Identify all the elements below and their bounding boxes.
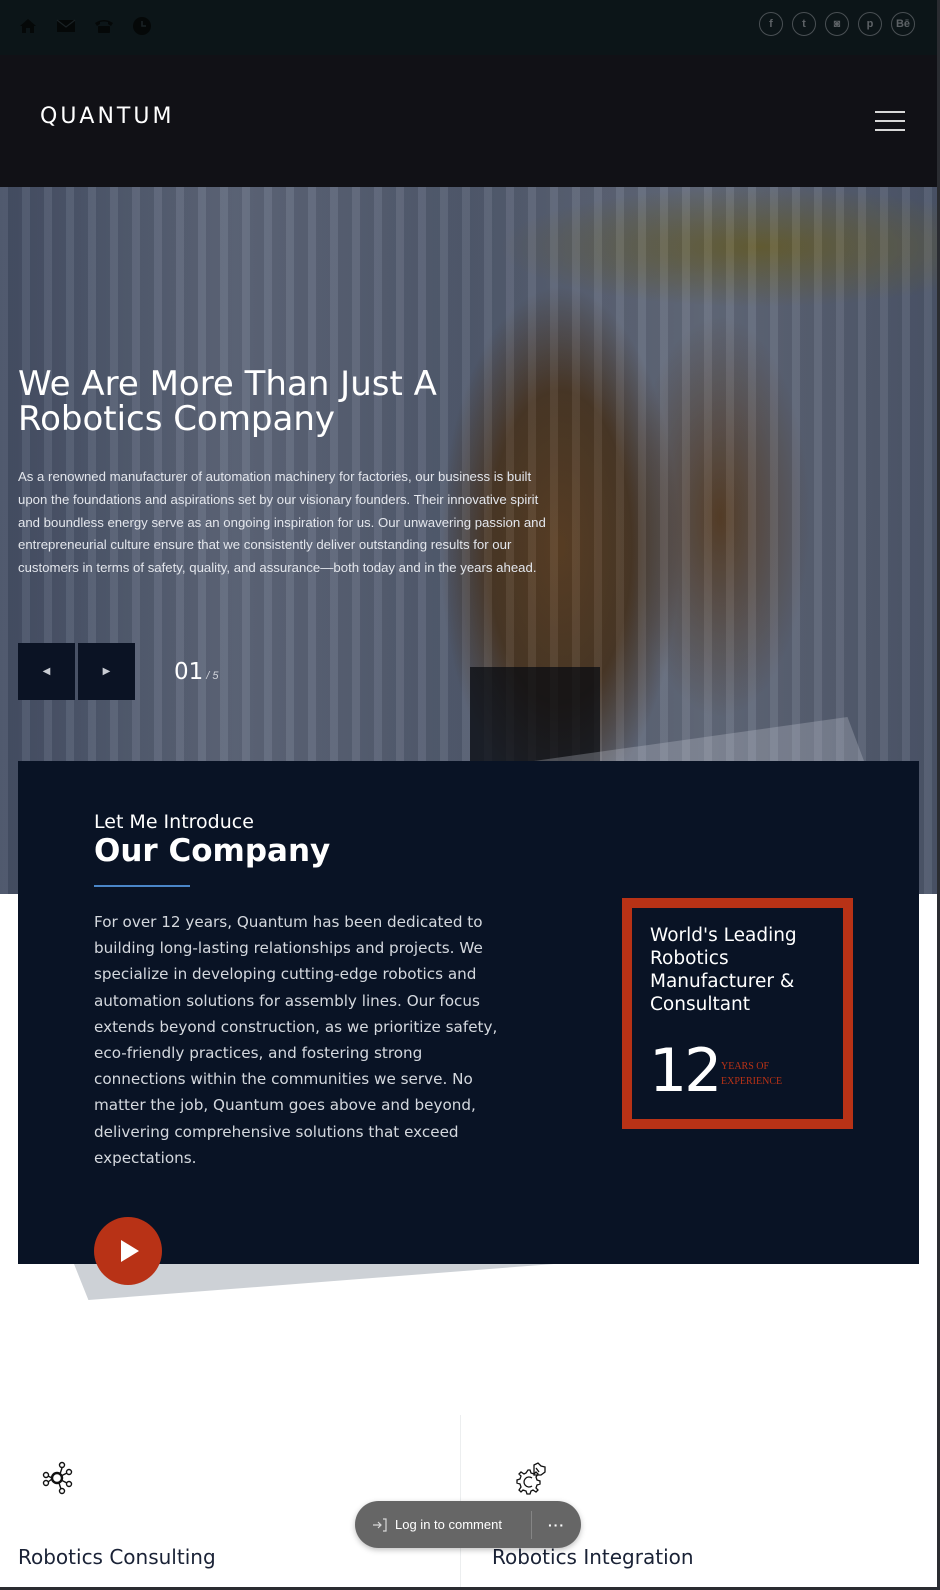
chevron-right-icon: ▶ [102,666,111,677]
network-gear-icon [40,1460,76,1496]
title-underline [94,885,190,887]
login-to-comment-button[interactable]: Log in to comment [355,1501,531,1548]
hamburger-icon[interactable] [875,111,905,131]
slide-total: / 5 [206,670,219,682]
mail-icon[interactable] [56,16,76,36]
chevron-left-icon: ◀ [42,666,51,677]
phone-icon[interactable] [94,16,114,36]
intro-title: Our Company [94,833,331,869]
hero-title: We Are More Than Just A Robotics Company [18,364,437,439]
login-to-comment-label: Log in to comment [395,1517,502,1532]
experience-badge: World's Leading Robotics Manufacturer & … [622,898,853,1129]
service-title-integration[interactable]: Robotics Integration [492,1545,694,1569]
home-icon[interactable] [18,16,38,36]
comment-bar: Log in to comment ··· [355,1501,581,1548]
slide-counter: 01/ 5 [174,659,219,685]
badge-label-line2: Experience [721,1076,783,1087]
top-bar: f t ◙ p Bē [0,0,937,55]
logo[interactable]: QUANTUM [40,104,174,129]
intro-kicker: Let Me Introduce [94,811,254,833]
badge-number: 12 [649,1036,722,1106]
more-options-icon[interactable]: ··· [532,1501,581,1548]
play-icon [121,1240,139,1262]
intro-section: Let Me Introduce Our Company For over 12… [18,761,919,1285]
slider-prev-button[interactable]: ◀ [18,643,75,700]
instagram-icon[interactable]: ◙ [825,12,849,36]
badge-label-line1: Years of [721,1061,770,1072]
service-title-consulting[interactable]: Robotics Consulting [18,1545,216,1569]
page: f t ◙ p Bē QUANTUM We Are More Than Just… [0,0,937,1587]
facebook-icon[interactable]: f [759,12,783,36]
gear-integration-icon [514,1460,550,1496]
slide-current: 01 [174,659,204,685]
slider-next-button[interactable]: ▶ [78,643,135,700]
contact-icons [18,16,152,36]
site-header: QUANTUM [0,55,937,187]
pinterest-icon[interactable]: p [858,12,882,36]
intro-description: For over 12 years, Quantum has been dedi… [94,913,498,1167]
clock-icon[interactable] [132,16,152,36]
hero-description: As a renowned manufacturer of automation… [18,469,546,576]
twitter-icon[interactable]: t [792,12,816,36]
social-links: f t ◙ p Bē [759,12,915,36]
behance-icon[interactable]: Bē [891,12,915,36]
badge-label: Years of Experience [721,1059,782,1089]
sign-in-icon [371,1516,389,1534]
play-video-button[interactable] [94,1217,162,1285]
badge-title: World's Leading Robotics Manufacturer & … [650,925,797,1015]
